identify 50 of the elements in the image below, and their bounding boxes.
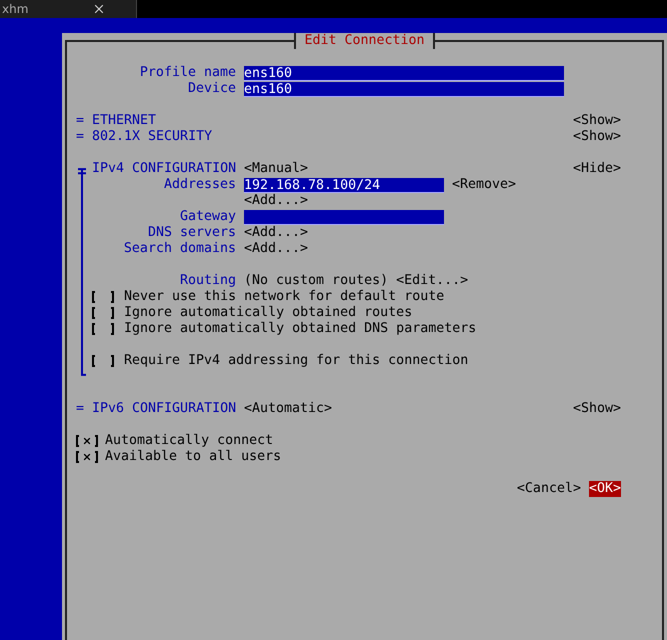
field-label: Profile name	[140, 65, 236, 81]
dialog-button[interactable]: <OK>	[588, 481, 621, 497]
cross-icon	[82, 452, 92, 462]
checkbox[interactable]	[76, 451, 98, 463]
mode-button[interactable]: <Manual>	[244, 161, 308, 176]
checkbox-label: Ignore automatically obtained DNS parameters	[124, 321, 476, 337]
section-marker: =	[76, 129, 84, 145]
section-title: IPv6 CONFIGURATION	[92, 401, 236, 417]
checkbox[interactable]	[92, 291, 114, 303]
toggle-button[interactable]: <Show>	[572, 401, 621, 416]
edit-button[interactable]: <Edit...>	[396, 273, 468, 289]
field-label: Routing	[180, 273, 236, 289]
checkbox[interactable]	[92, 307, 114, 319]
add-button[interactable]: <Add...>	[244, 193, 308, 209]
tab-title: xhm	[2, 1, 28, 17]
cross-icon	[82, 436, 92, 446]
toggle-button[interactable]: <Show>	[572, 129, 621, 144]
section-title: ETHERNET	[92, 113, 158, 129]
checkbox-label: Never use this network for default route	[124, 289, 444, 305]
add-button[interactable]: <Add...>	[244, 241, 308, 257]
routing-value: (No custom routes)	[244, 273, 388, 289]
field-label: Search domains	[124, 241, 236, 257]
close-icon[interactable]	[92, 2, 106, 16]
toggle-button[interactable]: <Show>	[572, 113, 621, 128]
dialog-title: Edit Connection	[294, 33, 435, 49]
text-field[interactable]: ens160	[244, 82, 564, 96]
text-field[interactable]: ens160	[244, 66, 564, 80]
remove-button[interactable]: <Remove>	[452, 177, 516, 192]
toggle-button[interactable]: <Hide>	[572, 161, 621, 176]
field-label: DNS servers	[148, 225, 236, 241]
section-marker: =	[76, 113, 84, 129]
field-label: Device	[188, 81, 236, 97]
checkbox-label: Available to all users	[105, 449, 282, 465]
checkbox[interactable]	[92, 355, 114, 367]
dialog-button[interactable]: <Cancel>	[516, 481, 581, 497]
field-label: Gateway	[180, 209, 236, 225]
checkbox-label: Automatically connect	[105, 433, 274, 449]
field-label: Addresses	[164, 177, 236, 193]
add-button[interactable]: <Add...>	[244, 225, 308, 241]
checkbox[interactable]	[92, 323, 114, 335]
checkbox-label: Ignore automatically obtained routes	[124, 305, 412, 321]
text-field[interactable]	[244, 210, 444, 224]
checkbox[interactable]	[76, 435, 98, 447]
checkbox-label: Require IPv4 addressing for this connection	[124, 353, 468, 369]
section-title: IPv4 CONFIGURATION	[92, 161, 236, 177]
mode-button[interactable]: <Automatic>	[244, 401, 332, 416]
section-marker: =	[76, 401, 84, 417]
text-field[interactable]: 192.168.78.100/24	[244, 178, 444, 192]
section-title: 802.1X SECURITY	[92, 129, 214, 145]
terminal-tab[interactable]: xhm	[0, 0, 137, 18]
